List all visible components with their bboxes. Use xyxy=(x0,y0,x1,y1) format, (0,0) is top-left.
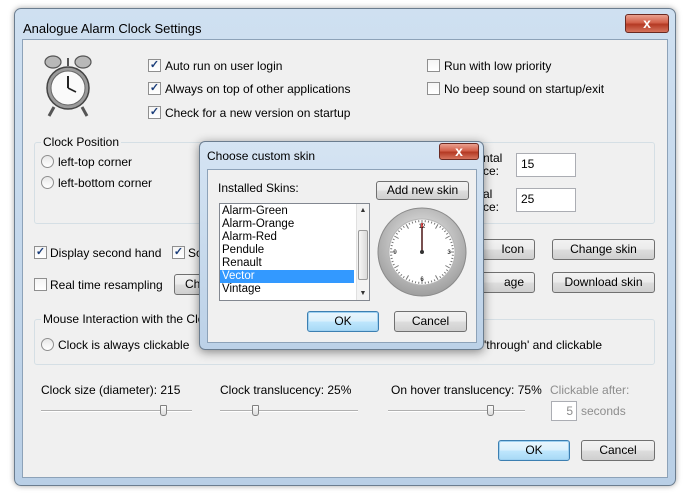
skins-listbox[interactable]: Alarm-Green Alarm-Orange Alarm-Red Pendule R… xyxy=(219,203,370,301)
skin-list-item[interactable]: Renault xyxy=(220,257,354,270)
realtime-resampling-checkbox[interactable] xyxy=(34,278,47,291)
second-hand-checkbox[interactable]: ✓ xyxy=(34,246,47,259)
always-clickable-radio[interactable] xyxy=(41,338,54,351)
horizontal-distance-label-2: ce: xyxy=(483,164,500,178)
through-clickable-label: 'through' and clickable xyxy=(484,338,602,352)
choose-skin-dialog: Choose custom skin x Installed Skins: Ad… xyxy=(199,141,484,350)
clock-position-title: Clock Position xyxy=(41,135,122,149)
cancel-button[interactable]: Cancel xyxy=(581,440,655,461)
ok-button[interactable]: OK xyxy=(498,440,570,461)
check-version-label: Check for a new version on startup xyxy=(165,106,351,120)
mouse-interaction-title: Mouse Interaction with the Clock xyxy=(41,312,219,326)
translucency-track xyxy=(220,410,358,412)
clock-tick xyxy=(430,221,433,224)
dialog-cancel-button[interactable]: Cancel xyxy=(394,311,467,332)
window-title: Analogue Alarm Clock Settings xyxy=(23,21,202,36)
no-beep-label: No beep sound on startup/exit xyxy=(444,82,605,96)
skins-scrollbar[interactable]: ▲ ▼ xyxy=(356,204,369,300)
skin-list-item[interactable]: Alarm-Green xyxy=(220,205,354,218)
clock-size-label: Clock size (diameter): 215 xyxy=(41,383,181,397)
window-close-button[interactable]: x xyxy=(625,14,669,33)
translucency-thumb[interactable] xyxy=(252,405,259,416)
hover-translucency-track xyxy=(388,410,525,412)
left-top-radio[interactable] xyxy=(41,155,54,168)
clickable-after-label: Clickable after: xyxy=(550,383,630,397)
add-new-skin-button[interactable]: Add new skin xyxy=(376,181,469,200)
vertical-distance-label-1: al xyxy=(483,187,493,201)
vertical-distance-label-2: ce: xyxy=(483,200,500,214)
skin-preview-clock: 12 3 6 9 xyxy=(377,207,467,297)
skin-list-item[interactable]: Pendule xyxy=(220,244,354,257)
clock-tick xyxy=(450,260,453,263)
skin-list-item[interactable]: Vintage xyxy=(220,283,354,296)
always-clickable-label: Clock is always clickable xyxy=(58,338,190,352)
clickable-after-unit: seconds xyxy=(581,404,626,418)
always-on-top-checkbox[interactable]: ✓ xyxy=(148,82,161,95)
chevron-up-icon[interactable]: ▲ xyxy=(357,204,369,217)
hover-translucency-thumb[interactable] xyxy=(487,405,494,416)
scroll-grip-icon[interactable] xyxy=(358,230,368,280)
so-option-checkbox[interactable]: ✓ xyxy=(172,246,185,259)
left-bottom-radio[interactable] xyxy=(41,176,54,189)
clock-size-track xyxy=(41,410,192,412)
hover-translucency-label: On hover translucency: 75% xyxy=(391,383,542,397)
check-version-checkbox[interactable]: ✓ xyxy=(148,106,161,119)
skin-list-item[interactable]: Vector xyxy=(220,270,354,283)
close-icon: x xyxy=(455,143,463,159)
clickable-after-input[interactable]: 5 xyxy=(551,401,577,421)
dialog-client-area: Installed Skins: Add new skin Alarm-Gree… xyxy=(207,169,477,343)
low-priority-checkbox[interactable] xyxy=(427,59,440,72)
low-priority-label: Run with low priority xyxy=(444,59,552,73)
no-beep-checkbox[interactable] xyxy=(427,82,440,95)
clock-tick xyxy=(411,221,414,224)
close-icon: x xyxy=(643,15,651,31)
horizontal-distance-input[interactable]: 15 xyxy=(516,153,576,177)
translucency-label: Clock translucency: 25% xyxy=(220,383,352,397)
clock-tick xyxy=(411,280,414,283)
skins-list: Alarm-Green Alarm-Orange Alarm-Red Pendule R… xyxy=(220,205,354,296)
chevron-down-icon[interactable]: ▼ xyxy=(357,287,369,300)
auto-run-checkbox[interactable]: ✓ xyxy=(148,59,161,72)
skin-list-item[interactable]: Alarm-Red xyxy=(220,231,354,244)
realtime-resampling-label: Real time resampling xyxy=(50,278,163,292)
skin-list-item[interactable]: Alarm-Orange xyxy=(220,218,354,231)
vertical-distance-input[interactable]: 25 xyxy=(516,188,576,212)
dialog-ok-button[interactable]: OK xyxy=(307,311,379,332)
left-top-label: left-top corner xyxy=(58,155,133,169)
installed-skins-label: Installed Skins: xyxy=(218,181,299,195)
clock-tick xyxy=(430,280,433,283)
dialog-title: Choose custom skin xyxy=(207,149,316,163)
clock-tick xyxy=(450,241,453,244)
left-bottom-label: left-bottom corner xyxy=(58,176,153,190)
clock-number-12: 12 xyxy=(419,224,426,230)
clock-size-thumb[interactable] xyxy=(160,405,167,416)
clock-tick xyxy=(391,260,394,263)
second-hand-label: Display second hand xyxy=(50,246,162,260)
auto-run-label: Auto run on user login xyxy=(165,59,283,73)
clock-tick xyxy=(391,241,394,244)
horizontal-distance-label-1: ntal xyxy=(483,151,503,165)
always-on-top-label: Always on top of other applications xyxy=(165,82,351,96)
dialog-close-button[interactable]: x xyxy=(439,143,479,160)
download-skin-button[interactable]: Download skin xyxy=(552,272,655,293)
change-skin-button[interactable]: Change skin xyxy=(552,239,655,260)
alarm-clock-icon xyxy=(44,55,92,117)
